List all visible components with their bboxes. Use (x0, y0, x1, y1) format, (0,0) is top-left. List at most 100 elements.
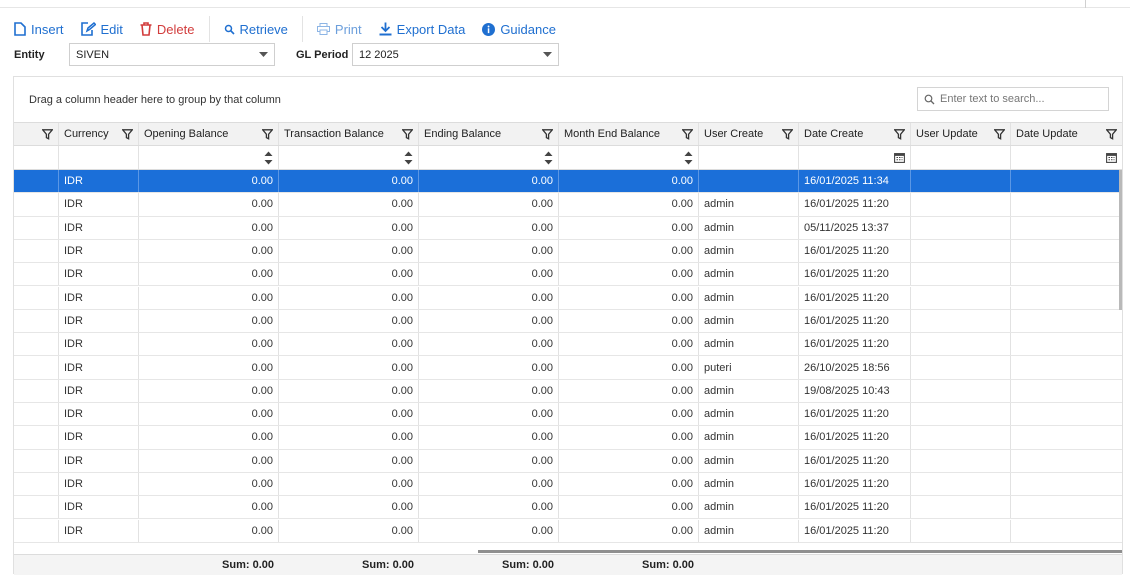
cell-user-create[interactable]: admin (699, 193, 799, 216)
cell-month-end-balance[interactable]: 0.00 (559, 263, 699, 286)
print-button[interactable]: Print (316, 18, 362, 40)
cell-month-end-balance[interactable]: 0.00 (559, 216, 699, 239)
cell-user-update[interactable] (911, 496, 1011, 519)
cell-transaction-balance[interactable]: 0.00 (279, 356, 419, 379)
cell-user-update[interactable] (911, 286, 1011, 309)
cell-user-create[interactable]: admin (699, 239, 799, 263)
cell-date-update[interactable] (1011, 240, 1122, 262)
cell-transaction-balance[interactable]: 0.00 (279, 496, 419, 519)
retrieve-button[interactable]: Retrieve (224, 18, 288, 40)
cell-ending-balance[interactable]: 0.00 (419, 403, 559, 426)
spin-arrows-icon[interactable] (264, 150, 273, 166)
cell-opening-balance[interactable]: 0.00 (139, 286, 279, 309)
header-date-update[interactable]: Date Update (1011, 123, 1122, 145)
table-row[interactable]: IDR 0.00 0.00 0.00 0.00 admin 19/08/2025 10:43 (14, 379, 1122, 403)
cell-user-create[interactable]: admin (699, 449, 799, 472)
row-command-cell[interactable] (14, 356, 59, 379)
cell-ending-balance[interactable]: 0.00 (419, 449, 559, 472)
cell-opening-balance[interactable]: 0.00 (139, 379, 279, 402)
cell-date-create[interactable]: 16/01/2025 11:20 (799, 519, 911, 542)
cell-currency[interactable]: IDR (59, 379, 139, 402)
entity-select[interactable]: SIVEN (69, 43, 275, 66)
filter-cell-user-create[interactable] (699, 146, 799, 169)
cell-month-end-balance[interactable]: 0.00 (559, 309, 699, 333)
cell-month-end-balance[interactable]: 0.00 (559, 472, 699, 496)
spin-arrows-icon[interactable] (544, 150, 553, 166)
table-row[interactable]: IDR 0.00 0.00 0.00 0.00 admin 05/11/2025 13:37 (14, 216, 1122, 240)
filter-icon[interactable] (782, 128, 793, 140)
cell-user-update[interactable] (911, 379, 1011, 402)
cell-user-update[interactable] (911, 263, 1011, 286)
cell-opening-balance[interactable]: 0.00 (139, 449, 279, 472)
cell-date-update[interactable] (1011, 450, 1122, 472)
cell-transaction-balance[interactable]: 0.00 (279, 170, 419, 193)
cell-ending-balance[interactable]: 0.00 (419, 379, 559, 402)
table-row[interactable]: IDR 0.00 0.00 0.00 0.00 admin 16/01/2025 11:20 (14, 426, 1122, 450)
cell-month-end-balance[interactable]: 0.00 (559, 193, 699, 216)
row-command-cell[interactable] (14, 193, 59, 216)
export-data-button[interactable]: Export Data (379, 18, 465, 40)
table-row[interactable]: IDR 0.00 0.00 0.00 0.00 admin 16/01/2025 11:20 (14, 263, 1122, 287)
cell-date-update[interactable] (1011, 310, 1122, 332)
cell-user-update[interactable] (911, 519, 1011, 542)
row-command-cell[interactable] (14, 309, 59, 333)
table-row[interactable]: IDR 0.00 0.00 0.00 0.00 admin 16/01/2025 11:20 (14, 519, 1122, 543)
cell-user-update[interactable] (911, 426, 1011, 449)
cell-user-create[interactable]: admin (699, 263, 799, 286)
cell-user-update[interactable] (911, 472, 1011, 496)
spin-arrows-icon[interactable] (684, 150, 693, 166)
cell-currency[interactable]: IDR (59, 449, 139, 472)
cell-transaction-balance[interactable]: 0.00 (279, 449, 419, 472)
cell-date-update[interactable] (1011, 356, 1122, 378)
cell-date-update[interactable] (1011, 170, 1122, 192)
row-command-cell[interactable] (14, 403, 59, 426)
cell-month-end-balance[interactable]: 0.00 (559, 286, 699, 309)
filter-icon[interactable] (542, 128, 553, 140)
row-command-cell[interactable] (14, 333, 59, 356)
table-row[interactable]: IDR 0.00 0.00 0.00 0.00 admin 16/01/2025 11:20 (14, 286, 1122, 310)
cell-opening-balance[interactable]: 0.00 (139, 216, 279, 239)
cell-month-end-balance[interactable]: 0.00 (559, 333, 699, 356)
header-date-create[interactable]: Date Create (799, 123, 911, 145)
cell-date-create[interactable]: 26/10/2025 18:56 (799, 356, 911, 379)
table-row[interactable]: IDR 0.00 0.00 0.00 0.00 admin 16/01/2025 11:20 (14, 309, 1122, 334)
header-month-end-balance[interactable]: Month End Balance (559, 123, 699, 145)
filter-icon[interactable] (262, 128, 273, 140)
table-row[interactable]: IDR 0.00 0.00 0.00 0.00 admin 16/01/2025 11:20 (14, 333, 1122, 357)
cell-opening-balance[interactable]: 0.00 (139, 519, 279, 542)
filter-icon[interactable] (42, 128, 53, 140)
cell-ending-balance[interactable]: 0.00 (419, 216, 559, 239)
header-transaction-balance[interactable]: Transaction Balance (279, 123, 419, 145)
cell-user-create[interactable]: admin (699, 379, 799, 402)
cell-date-update[interactable] (1011, 333, 1122, 355)
search-input[interactable] (940, 93, 1100, 105)
horizontal-scrollbar-thumb[interactable] (478, 550, 1122, 553)
table-row[interactable]: IDR 0.00 0.00 0.00 0.00 admin 16/01/2025 11:20 (14, 239, 1122, 264)
cell-date-update[interactable] (1011, 193, 1122, 215)
cell-currency[interactable]: IDR (59, 286, 139, 309)
cell-currency[interactable]: IDR (59, 356, 139, 379)
cell-date-create[interactable]: 16/01/2025 11:20 (799, 403, 911, 426)
cell-user-update[interactable] (911, 356, 1011, 379)
row-command-cell[interactable] (14, 426, 59, 449)
chevron-down-icon[interactable] (252, 44, 274, 65)
guidance-button[interactable]: Guidance (482, 18, 556, 40)
cell-ending-balance[interactable]: 0.00 (419, 309, 559, 333)
cell-date-update[interactable] (1011, 473, 1122, 495)
cell-user-create[interactable]: admin (699, 496, 799, 519)
cell-user-create[interactable]: admin (699, 216, 799, 239)
row-command-cell[interactable] (14, 379, 59, 402)
cell-ending-balance[interactable]: 0.00 (419, 239, 559, 263)
table-row[interactable]: IDR 0.00 0.00 0.00 0.00 16/01/2025 11:34 (14, 170, 1122, 194)
filter-cell-transaction-balance[interactable] (279, 146, 419, 169)
cell-transaction-balance[interactable]: 0.00 (279, 263, 419, 286)
cell-currency[interactable]: IDR (59, 426, 139, 449)
cell-month-end-balance[interactable]: 0.00 (559, 356, 699, 379)
cell-date-create[interactable]: 05/11/2025 13:37 (799, 216, 911, 239)
delete-button[interactable]: Delete (140, 18, 195, 40)
cell-currency[interactable]: IDR (59, 403, 139, 426)
cell-date-create[interactable]: 19/08/2025 10:43 (799, 379, 911, 402)
cell-date-update[interactable] (1011, 520, 1122, 542)
row-command-cell[interactable] (14, 263, 59, 286)
header-opening-balance[interactable]: Opening Balance (139, 123, 279, 145)
